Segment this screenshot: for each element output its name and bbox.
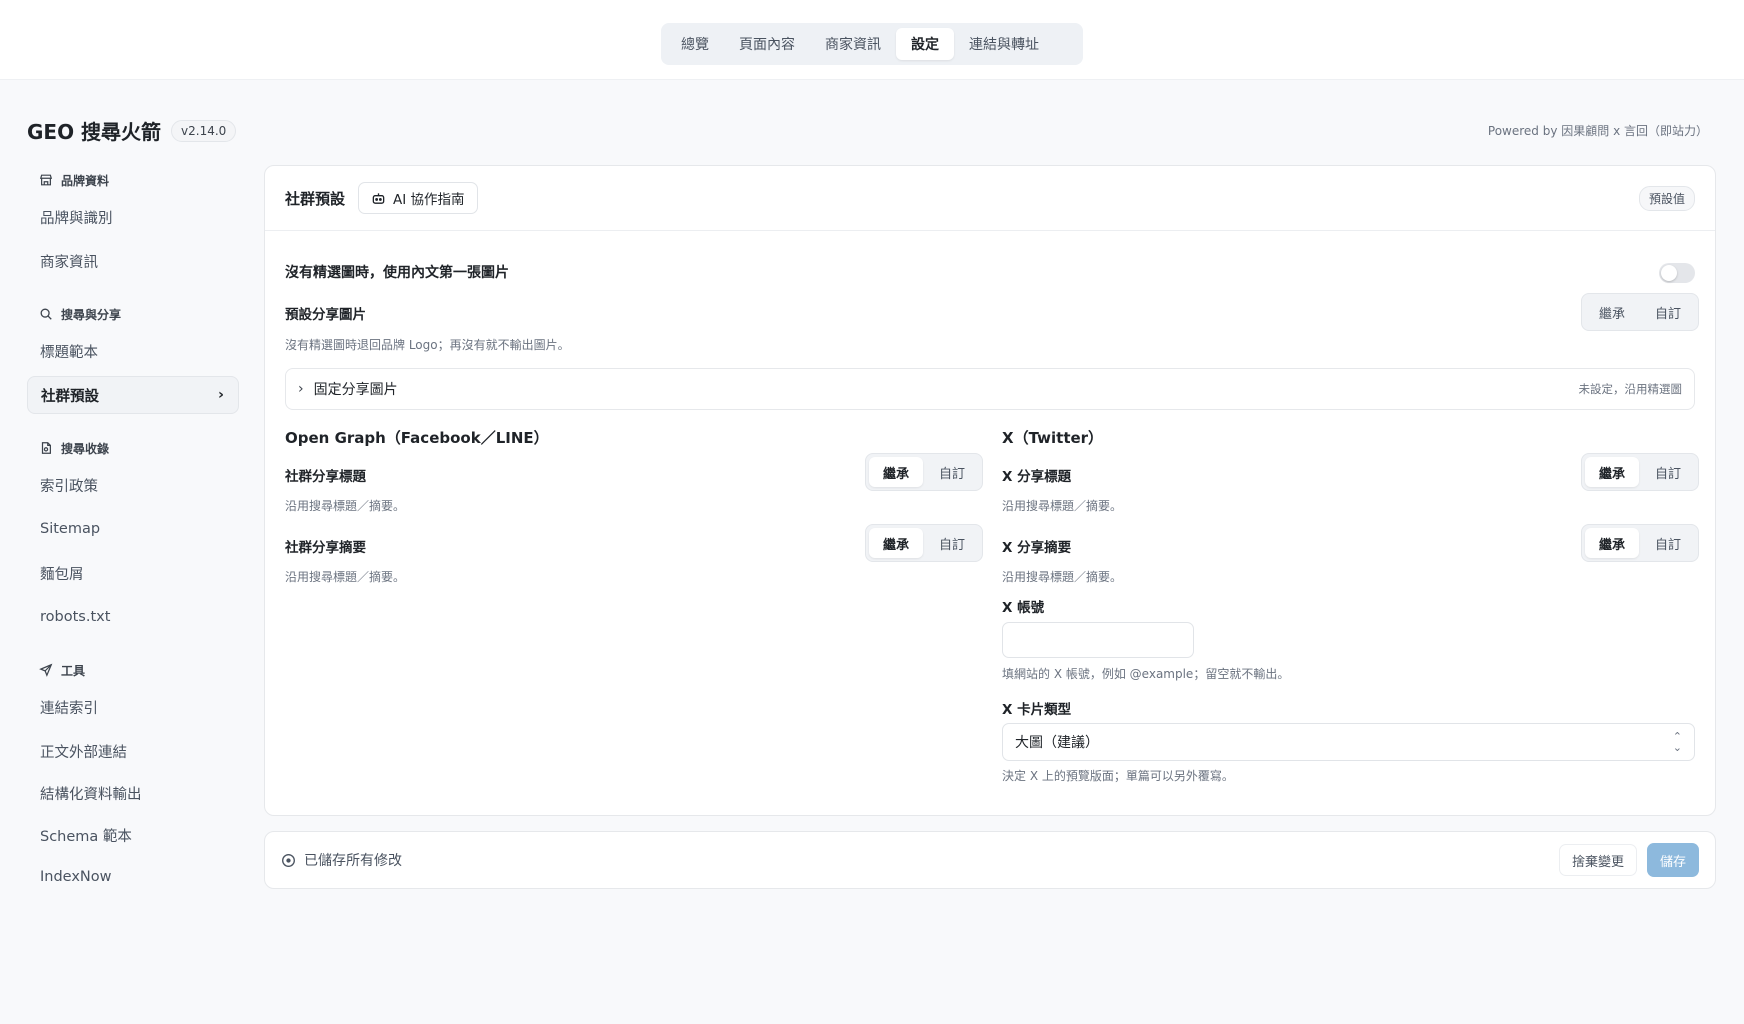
sidebar: 品牌資料 品牌與識別 商家資訊 搜尋與分享 標題範本 社群預設 › 搜尋收錄 索…: [27, 168, 239, 896]
chevron-right-icon: ›: [218, 387, 224, 403]
sidebar-item-index-policy[interactable]: 索引政策: [27, 466, 239, 504]
og-desc-segmented: 繼承 自訂: [865, 524, 984, 562]
ai-guide-button[interactable]: AI 協作指南: [358, 182, 478, 214]
robot-icon: [372, 192, 385, 204]
sidebar-item-sitemap[interactable]: Sitemap: [27, 510, 239, 548]
og-title-inherit[interactable]: 繼承: [869, 457, 924, 487]
x-desc-label: X 分享摘要: [1002, 540, 1072, 556]
og-desc-help: 沿用搜尋標題／摘要。: [285, 570, 406, 584]
sidebar-item-robots[interactable]: robots.txt: [27, 598, 239, 636]
tab-links-redirects[interactable]: 連結與轉址: [954, 28, 1054, 60]
sidebar-group-search-share: 搜尋與分享: [27, 302, 239, 326]
og-title-label: 社群分享標題: [285, 469, 366, 485]
save-bar: 已儲存所有修改 捨棄變更 儲存: [264, 831, 1716, 889]
x-title-label: X 分享標題: [1002, 469, 1072, 485]
share-image-segmented: 繼承 自訂: [1581, 293, 1700, 331]
tab-business-info[interactable]: 商家資訊: [810, 28, 896, 60]
document-icon: [41, 442, 51, 454]
card-title: 社群預設: [285, 189, 346, 208]
og-desc-custom[interactable]: 自訂: [925, 528, 979, 558]
og-desc-label: 社群分享摘要: [285, 540, 366, 556]
x-desc-inherit[interactable]: 繼承: [1585, 528, 1640, 558]
og-desc-inherit[interactable]: 繼承: [869, 528, 924, 558]
sidebar-item-link-index[interactable]: 連結索引: [27, 688, 239, 726]
powered-by: Powered by 因果顧問 x 言回（即站力）: [1487, 124, 1708, 138]
x-title-help: 沿用搜尋標題／摘要。: [1002, 499, 1123, 513]
app-name: GEO 搜尋火箭: [27, 120, 162, 144]
chevron-right-icon: ›: [298, 381, 304, 397]
main-tabs: 總覽 頁面內容 商家資訊 設定 連結與轉址: [661, 23, 1083, 65]
sidebar-item-structured-data[interactable]: 結構化資料輸出: [27, 774, 239, 812]
tab-page-content[interactable]: 頁面內容: [724, 28, 810, 60]
sidebar-item-schema-template[interactable]: Schema 範本: [27, 816, 239, 854]
store-icon: [39, 174, 53, 186]
og-title-custom[interactable]: 自訂: [925, 457, 979, 487]
sidebar-group-tools: 工具: [27, 658, 239, 682]
discard-changes-button[interactable]: 捨棄變更: [1558, 844, 1637, 876]
sidebar-item-breadcrumbs[interactable]: 麵包屑: [27, 554, 239, 592]
x-account-label: X 帳號: [1002, 600, 1045, 616]
x-card-type-help: 決定 X 上的預覽版面；單篇可以另外覆寫。: [1002, 769, 1234, 783]
x-card-type-select[interactable]: 大圖（建議） ⌃ ⌄: [1002, 723, 1695, 761]
sidebar-item-external-links[interactable]: 正文外部連結: [27, 732, 239, 770]
check-circle-icon: [282, 853, 295, 867]
og-title-segmented: 繼承 自訂: [865, 453, 984, 491]
send-icon: [39, 663, 53, 677]
sidebar-group-brand: 品牌資料: [27, 168, 239, 192]
sidebar-group-indexing: 搜尋收錄: [27, 436, 239, 460]
share-image-custom[interactable]: 自訂: [1641, 297, 1695, 327]
save-status: 已儲存所有修改: [281, 850, 402, 870]
default-value-badge[interactable]: 預設值: [1638, 185, 1695, 211]
sidebar-item-business-info[interactable]: 商家資訊: [27, 242, 239, 280]
x-title-custom[interactable]: 自訂: [1641, 457, 1695, 487]
share-image-help: 沒有精選圖時退回品牌 Logo；再沒有就不輸出圖片。: [285, 338, 570, 352]
first-image-toggle-label: 沒有精選圖時，使用內文第一張圖片: [285, 265, 509, 281]
x-desc-custom[interactable]: 自訂: [1641, 528, 1695, 558]
fixed-image-status: 未設定，沿用精選圖: [1578, 382, 1683, 396]
chevron-up-down-icon: ⌃ ⌄: [1672, 730, 1682, 754]
share-image-label: 預設分享圖片: [285, 307, 366, 323]
tab-overview[interactable]: 總覽: [666, 28, 724, 60]
x-section-title: X（Twitter）: [1002, 429, 1104, 447]
social-defaults-card: 社群預設 AI 協作指南 預設值 沒有精選圖時，使用內文第一張圖片 預設分享圖片…: [264, 165, 1716, 816]
save-button[interactable]: 儲存: [1646, 843, 1699, 877]
share-image-inherit[interactable]: 繼承: [1585, 297, 1639, 327]
x-account-input[interactable]: [1002, 622, 1194, 658]
x-title-inherit[interactable]: 繼承: [1585, 457, 1640, 487]
og-title-help: 沿用搜尋標題／摘要。: [285, 499, 406, 513]
first-image-toggle[interactable]: [1659, 263, 1695, 283]
card-header: 社群預設 AI 協作指南 預設值: [265, 166, 1715, 231]
tab-settings[interactable]: 設定: [896, 28, 954, 60]
sidebar-item-social-defaults[interactable]: 社群預設 ›: [27, 376, 239, 414]
x-title-segmented: 繼承 自訂: [1581, 453, 1700, 491]
fixed-share-image-row[interactable]: › 固定分享圖片 未設定，沿用精選圖: [285, 368, 1695, 410]
app-title: GEO 搜尋火箭 v2.14.0: [27, 116, 237, 145]
top-bar: 總覽 頁面內容 商家資訊 設定 連結與轉址: [0, 0, 1744, 80]
toggle-knob: [1661, 265, 1677, 281]
x-desc-segmented: 繼承 自訂: [1581, 524, 1700, 562]
og-section-title: Open Graph（Facebook／LINE）: [285, 429, 549, 447]
sidebar-item-brand-identity[interactable]: 品牌與識別: [27, 198, 239, 236]
sidebar-item-indexnow[interactable]: IndexNow: [27, 858, 239, 896]
search-icon: [40, 308, 52, 320]
x-card-type-label: X 卡片類型: [1002, 702, 1072, 718]
x-account-help: 填網站的 X 帳號，例如 @example；留空就不輸出。: [1002, 667, 1290, 681]
sidebar-item-title-template[interactable]: 標題範本: [27, 332, 239, 370]
x-desc-help: 沿用搜尋標題／摘要。: [1002, 570, 1123, 584]
version-badge: v2.14.0: [171, 119, 237, 142]
